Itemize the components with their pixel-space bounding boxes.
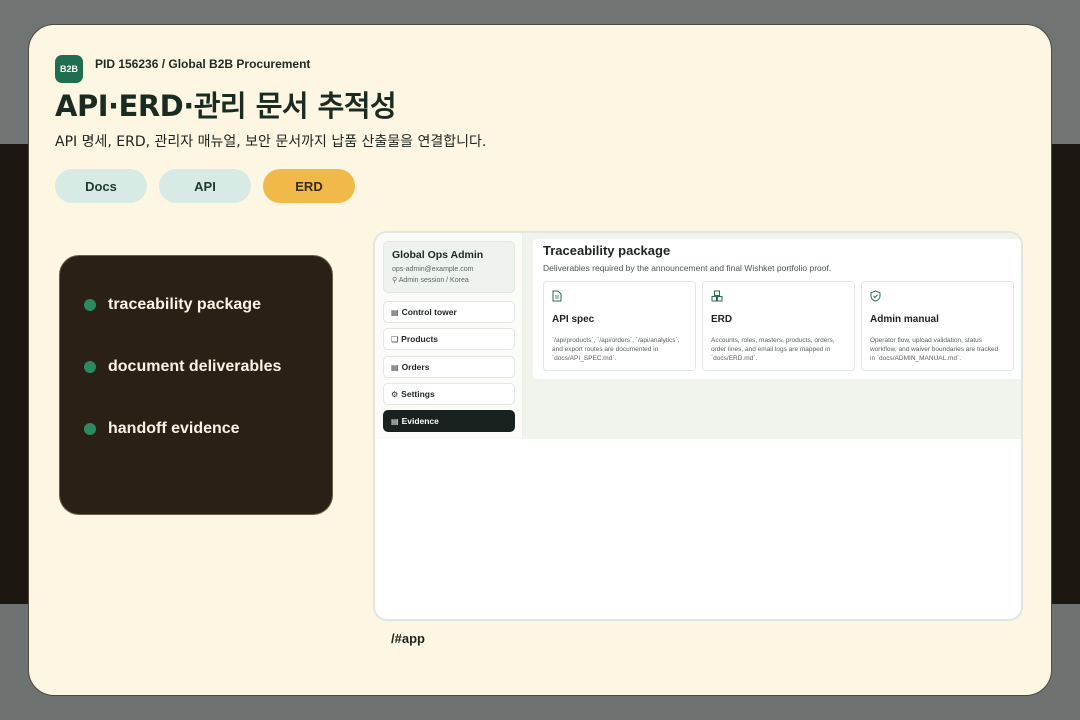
- sidebar-item-label: Evidence: [401, 416, 439, 426]
- main-card: B2B PID 156236 / Global B2B Procurement …: [28, 24, 1052, 696]
- cubes-icon: [711, 290, 846, 304]
- panel-title: Traceability package: [543, 243, 671, 258]
- app-sidebar: Global Ops Admin ops-admin@example.com ⚲…: [375, 233, 523, 439]
- panel-subtitle: Deliverables required by the announcemen…: [543, 263, 832, 273]
- profile-email: ops-admin@example.com: [392, 266, 474, 273]
- highlight-label: traceability package: [108, 296, 261, 313]
- sidebar-item-settings[interactable]: ⚙ Settings: [383, 383, 515, 405]
- highlight-item: handoff evidence: [84, 398, 332, 460]
- highlight-label: document deliverables: [108, 358, 282, 375]
- sidebar-item-orders[interactable]: ▤ Orders: [383, 356, 515, 378]
- card-title: ERD: [711, 314, 733, 325]
- tab-api[interactable]: API: [159, 169, 251, 203]
- b2b-badge: B2B: [55, 55, 83, 83]
- app-preview: Global Ops Admin ops-admin@example.com ⚲…: [373, 231, 1023, 621]
- document-icon: [552, 290, 687, 304]
- highlight-item: document deliverables: [84, 336, 332, 398]
- clipboard-icon: ▤: [391, 362, 399, 372]
- page-title: API·ERD·관리 문서 추적성: [55, 89, 397, 123]
- chart-icon: ▤: [391, 307, 399, 317]
- app-main: Traceability package Deliverables requir…: [523, 233, 1021, 439]
- cubes-icon: ❏: [391, 334, 399, 344]
- profile-card: Global Ops Admin ops-admin@example.com ⚲…: [383, 241, 515, 293]
- project-id: PID 156236 / Global B2B Procurement: [95, 57, 311, 71]
- profile-session: ⚲ Admin session / Korea: [392, 276, 506, 284]
- tab-bar: Docs API ERD: [55, 169, 355, 203]
- lock-icon: ⚲: [392, 277, 398, 284]
- sidebar-item-label: Orders: [401, 362, 430, 372]
- card-description: Operator flow, upload validation, status…: [870, 337, 999, 362]
- deliverable-card-admin-manual[interactable]: Admin manual Operator flow, upload valid…: [861, 281, 1014, 371]
- bullet-dot-icon: [84, 361, 96, 373]
- highlight-item: traceability package: [84, 274, 332, 336]
- bullet-dot-icon: [84, 299, 96, 311]
- card-description: `/api/products`, `/api/orders`, `/api/an…: [552, 337, 680, 362]
- traceability-panel: Traceability package Deliverables requir…: [533, 239, 1021, 379]
- card-title: API spec: [552, 314, 595, 325]
- card-description: Accounts, roles, masters, products, orde…: [711, 337, 835, 362]
- users-gear-icon: ⚙: [391, 389, 399, 399]
- deliverable-card-api-spec[interactable]: API spec `/api/products`, `/api/orders`,…: [543, 281, 696, 371]
- document-icon: ▤: [391, 416, 399, 426]
- sidebar-item-label: Settings: [401, 389, 435, 399]
- route-label: /#app: [391, 631, 425, 646]
- bullet-dot-icon: [84, 423, 96, 435]
- page-subtitle: API 명세, ERD, 관리자 매뉴얼, 보안 문서까지 납품 산출물을 연결…: [55, 134, 487, 150]
- sidebar-item-control-tower[interactable]: ▤ Control tower: [383, 301, 515, 323]
- tab-erd[interactable]: ERD: [263, 169, 355, 203]
- sidebar-item-evidence[interactable]: ▤ Evidence: [383, 410, 515, 432]
- tab-docs[interactable]: Docs: [55, 169, 147, 203]
- profile-name: Global Ops Admin: [392, 249, 484, 261]
- sidebar-item-products[interactable]: ❏ Products: [383, 328, 515, 350]
- shield-icon: [870, 290, 1005, 304]
- highlights-panel: traceability package document deliverabl…: [59, 255, 333, 515]
- sidebar-item-label: Products: [401, 334, 439, 344]
- card-title: Admin manual: [870, 314, 939, 325]
- highlight-label: handoff evidence: [108, 420, 240, 437]
- sidebar-item-label: Control tower: [401, 307, 457, 317]
- deliverable-card-erd[interactable]: ERD Accounts, roles, masters, products, …: [702, 281, 855, 371]
- session-label: Admin session / Korea: [398, 277, 469, 284]
